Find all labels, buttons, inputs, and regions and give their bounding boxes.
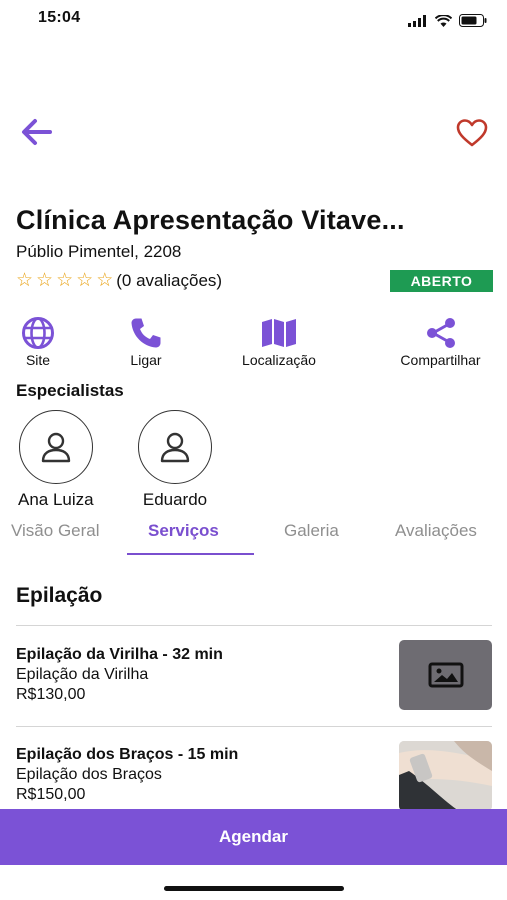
site-button[interactable]: Site bbox=[17, 316, 59, 368]
tab-overview[interactable]: Visão Geral bbox=[11, 521, 100, 541]
signal-icon bbox=[408, 14, 426, 27]
arm-photo bbox=[399, 741, 492, 811]
status-time: 15:04 bbox=[38, 9, 81, 26]
call-button[interactable]: Ligar bbox=[123, 316, 169, 368]
star-empty-icon: ☆ bbox=[96, 270, 114, 291]
clinic-title: Clínica Apresentação Vitave... bbox=[16, 205, 405, 235]
specialists-title: Especialistas bbox=[16, 381, 124, 400]
star-empty-icon: ☆ bbox=[36, 270, 54, 291]
back-arrow-icon bbox=[22, 119, 52, 145]
user-icon bbox=[160, 432, 190, 463]
specialist-card-ana-luiza[interactable]: Ana Luiza bbox=[18, 410, 94, 510]
open-status-badge: ABERTO bbox=[390, 270, 493, 292]
tab-gallery[interactable]: Galeria bbox=[284, 521, 339, 541]
service-photo bbox=[399, 741, 492, 811]
action-label: Site bbox=[25, 352, 51, 368]
battery-icon bbox=[459, 14, 487, 27]
tab-services[interactable]: Serviços bbox=[148, 521, 219, 541]
action-bar: Site Ligar Localização Compartilhar bbox=[0, 316, 507, 372]
status-bar: 15:04 bbox=[0, 0, 507, 40]
star-empty-icon: ☆ bbox=[56, 270, 74, 291]
service-category-title: Epilação bbox=[16, 584, 103, 607]
clinic-address: Públio Pimentel, 2208 bbox=[16, 242, 182, 261]
service-item[interactable]: Epilação da Virilha - 32 min Epilação da… bbox=[16, 640, 492, 714]
home-indicator bbox=[164, 886, 344, 891]
star-empty-icon: ☆ bbox=[76, 270, 94, 291]
share-icon bbox=[426, 318, 455, 348]
tab-reviews[interactable]: Avaliações bbox=[395, 521, 477, 541]
rating-stars: ☆ ☆ ☆ ☆ ☆ bbox=[16, 271, 113, 291]
globe-icon bbox=[22, 317, 54, 349]
schedule-button[interactable]: Agendar bbox=[0, 809, 507, 865]
service-item[interactable]: Epilação dos Braços - 15 min Epilação do… bbox=[16, 741, 492, 811]
action-label: Compartilhar bbox=[400, 352, 481, 368]
specialist-card-eduardo[interactable]: Eduardo bbox=[138, 410, 212, 510]
wifi-icon bbox=[435, 14, 452, 27]
avatar bbox=[18, 410, 93, 484]
user-icon bbox=[41, 432, 71, 463]
status-icons bbox=[408, 14, 487, 27]
back-button[interactable] bbox=[18, 116, 54, 148]
action-label: Localização bbox=[242, 352, 316, 368]
favorite-button[interactable] bbox=[453, 116, 491, 150]
action-label: Ligar bbox=[130, 352, 162, 368]
map-icon bbox=[262, 319, 296, 347]
rating-row[interactable]: ☆ ☆ ☆ ☆ ☆ (0 avaliações) bbox=[16, 270, 222, 292]
active-tab-indicator bbox=[127, 553, 254, 555]
location-button[interactable]: Localização bbox=[232, 316, 326, 368]
service-thumbnail bbox=[399, 640, 492, 710]
divider bbox=[16, 625, 492, 626]
heart-icon bbox=[456, 119, 488, 147]
specialist-name: Ana Luiza bbox=[18, 490, 94, 509]
divider bbox=[16, 726, 492, 727]
image-placeholder-icon bbox=[428, 662, 463, 688]
star-empty-icon: ☆ bbox=[16, 270, 34, 291]
top-nav bbox=[0, 112, 507, 152]
specialist-name: Eduardo bbox=[142, 490, 208, 509]
share-button[interactable]: Compartilhar bbox=[389, 316, 492, 368]
phone-icon bbox=[131, 318, 161, 348]
avatar bbox=[138, 410, 212, 484]
review-count: (0 avaliações) bbox=[116, 271, 223, 290]
tab-bar: Visão Geral Serviços Galeria Avaliações bbox=[0, 515, 507, 557]
